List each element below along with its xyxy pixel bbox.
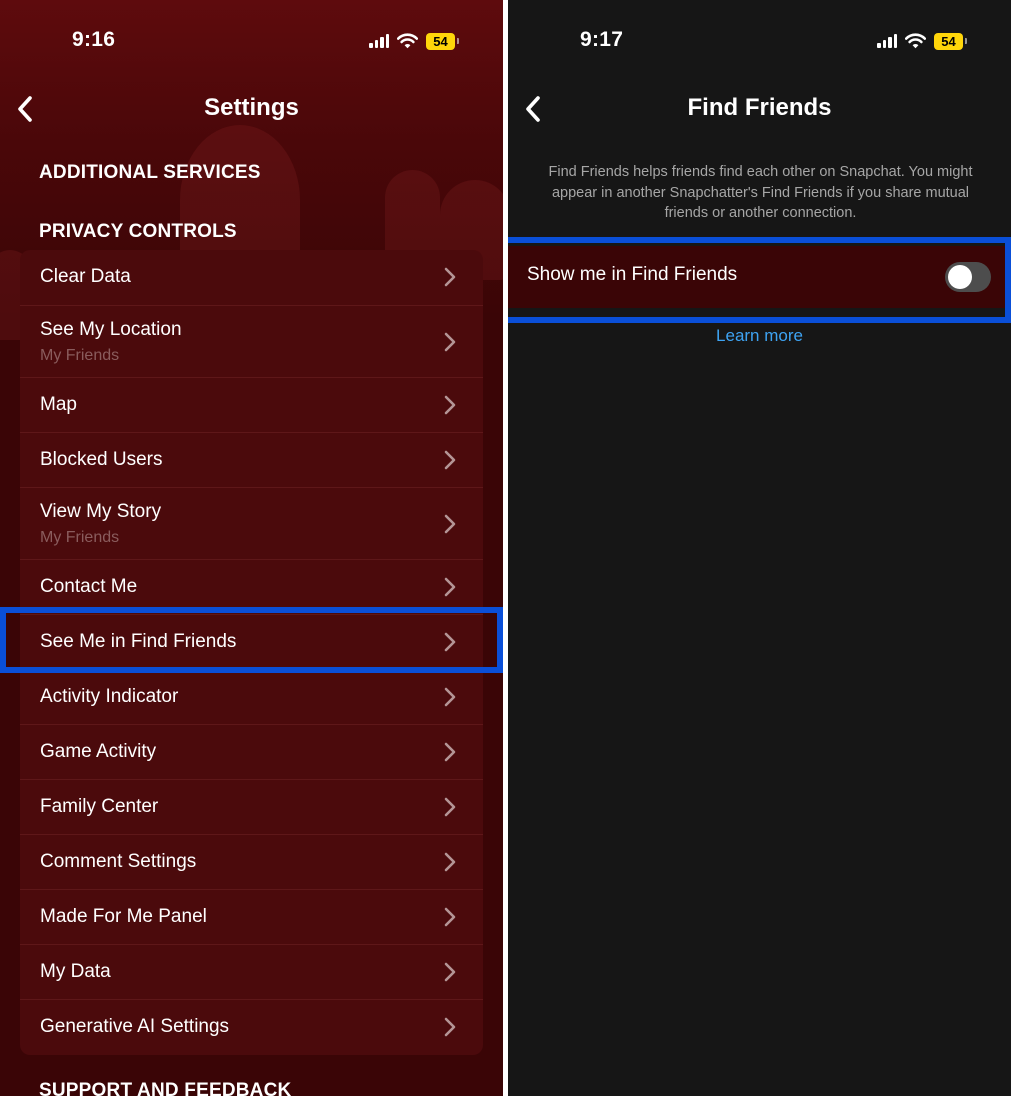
list-item-label: Blocked Users xyxy=(40,449,163,470)
list-item-value: My Friends xyxy=(40,347,120,364)
find-friends-description: Find Friends helps friends find each oth… xyxy=(548,164,973,221)
status-time: 9:16 xyxy=(72,28,116,51)
chevron-right-icon xyxy=(444,395,456,415)
list-item-label: Clear Data xyxy=(40,266,131,287)
status-icons: 54 xyxy=(877,31,967,51)
battery-level: 54 xyxy=(934,32,963,50)
list-item-made-for-me-panel[interactable]: Made For Me Panel xyxy=(20,889,483,944)
navigation-bar: Settings xyxy=(0,84,503,134)
list-item-label: Comment Settings xyxy=(40,851,197,872)
status-icons: 54 xyxy=(369,31,459,51)
status-bar: 9:16 54 xyxy=(0,0,503,84)
chevron-right-icon xyxy=(444,514,456,534)
status-time: 9:17 xyxy=(580,28,624,51)
list-item-label: See My Location xyxy=(40,319,182,340)
chevron-right-icon xyxy=(444,332,456,352)
status-bar: 9:17 54 xyxy=(508,0,1011,84)
page-title: Find Friends xyxy=(687,94,832,121)
list-item-label: Made For Me Panel xyxy=(40,906,207,927)
chevron-right-icon xyxy=(444,632,456,652)
battery-level: 54 xyxy=(426,32,455,50)
chevron-right-icon xyxy=(444,577,456,597)
learn-more-link[interactable]: Learn more xyxy=(508,326,1011,346)
list-item-view-my-story[interactable]: View My Story My Friends xyxy=(20,487,483,559)
list-item-value: My Friends xyxy=(40,529,120,546)
list-item-blocked-users[interactable]: Blocked Users xyxy=(20,432,483,487)
list-item-my-data[interactable]: My Data xyxy=(20,944,483,999)
privacy-controls-list: Clear Data See My Location My Friends Ma… xyxy=(20,250,483,1055)
show-in-find-friends-row: Show me in Find Friends xyxy=(508,246,1011,308)
chevron-right-icon xyxy=(444,1017,456,1037)
list-item-generative-ai-settings[interactable]: Generative AI Settings xyxy=(20,999,483,1054)
list-item-label: My Data xyxy=(40,961,111,982)
wifi-icon xyxy=(905,33,926,49)
chevron-right-icon xyxy=(444,797,456,817)
list-item-label: Generative AI Settings xyxy=(40,1016,230,1037)
find-friends-screen: 9:17 54 Find Friends Find Friends helps … xyxy=(508,0,1011,1096)
page-title: Settings xyxy=(204,94,299,121)
chevron-right-icon xyxy=(444,742,456,762)
list-item-label: See Me in Find Friends xyxy=(40,631,237,652)
chevron-right-icon xyxy=(444,852,456,872)
list-item-family-center[interactable]: Family Center xyxy=(20,779,483,834)
wifi-icon xyxy=(397,33,418,49)
list-item-clear-data[interactable]: Clear Data xyxy=(20,250,483,305)
list-item-comment-settings[interactable]: Comment Settings xyxy=(20,834,483,889)
chevron-right-icon xyxy=(444,907,456,927)
list-item-activity-indicator[interactable]: Activity Indicator xyxy=(20,669,483,724)
list-item-label: Map xyxy=(40,394,77,415)
section-header-additional-services: ADDITIONAL SERVICES xyxy=(39,162,261,183)
show-in-find-friends-toggle[interactable] xyxy=(945,262,991,292)
list-item-label: Activity Indicator xyxy=(40,686,179,707)
section-header-support-feedback: SUPPORT AND FEEDBACK xyxy=(39,1080,292,1096)
section-header-privacy-controls: PRIVACY CONTROLS xyxy=(39,221,237,242)
chevron-right-icon xyxy=(444,267,456,287)
cellular-signal-icon xyxy=(877,34,897,48)
list-item-game-activity[interactable]: Game Activity xyxy=(20,724,483,779)
battery-icon: 54 xyxy=(934,32,967,50)
cellular-signal-icon xyxy=(369,34,389,48)
chevron-right-icon xyxy=(444,450,456,470)
toggle-knob xyxy=(948,265,972,289)
list-item-see-me-in-find-friends[interactable]: See Me in Find Friends xyxy=(20,614,483,669)
toggle-label: Show me in Find Friends xyxy=(527,264,738,285)
chevron-right-icon xyxy=(444,687,456,707)
list-item-contact-me[interactable]: Contact Me xyxy=(20,559,483,614)
chevron-right-icon xyxy=(444,962,456,982)
list-item-label: View My Story xyxy=(40,501,162,522)
battery-icon: 54 xyxy=(426,32,459,50)
list-item-see-my-location[interactable]: See My Location My Friends xyxy=(20,305,483,377)
list-item-label: Family Center xyxy=(40,796,159,817)
settings-screen: 9:16 54 Settings ADDITIONAL SERVICES PRI… xyxy=(0,0,503,1096)
list-item-label: Contact Me xyxy=(40,576,138,597)
navigation-bar: Find Friends xyxy=(508,84,1011,134)
list-item-label: Game Activity xyxy=(40,741,157,762)
list-item-map[interactable]: Map xyxy=(20,377,483,432)
